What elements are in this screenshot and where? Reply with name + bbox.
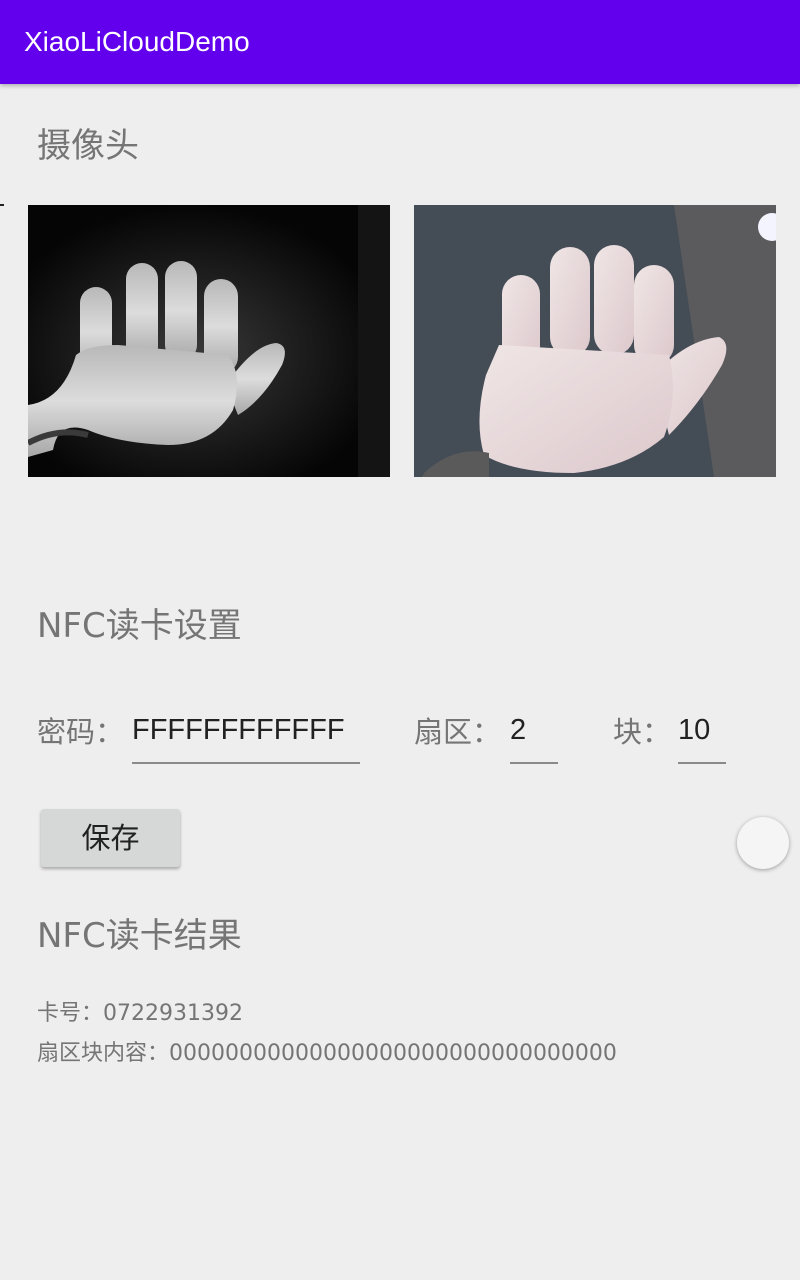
password-field[interactable] <box>132 708 360 764</box>
rgb-camera-hand-image <box>414 205 776 477</box>
card-number-label: 卡号： <box>37 1001 104 1026</box>
block-input[interactable] <box>678 708 726 752</box>
edge-marker <box>0 204 4 206</box>
save-button[interactable]: 保存 <box>41 809 180 867</box>
block-field[interactable] <box>678 708 726 764</box>
password-label: 密码： <box>37 715 125 749</box>
card-number-value: 0722931392 <box>103 1001 243 1026</box>
sector-input[interactable] <box>510 708 558 752</box>
ir-camera-hand-image <box>28 205 390 477</box>
rgb-camera-preview <box>414 205 776 477</box>
sector-field[interactable] <box>510 708 558 764</box>
app-title: XiaoLiCloudDemo <box>24 26 250 57</box>
nfc-settings-title: NFC读卡设置 <box>37 606 242 646</box>
block-content-value: 00000000000000000000000000000000 <box>169 1041 617 1066</box>
toggle-switch-thumb[interactable] <box>737 817 789 869</box>
block-content-line: 扇区块内容：00000000000000000000000000000000 <box>37 1038 617 1070</box>
block-label: 块： <box>613 715 672 749</box>
app-bar: XiaoLiCloudDemo <box>0 0 800 84</box>
camera-section-title: 摄像头 <box>37 126 139 166</box>
card-number-line: 卡号：0722931392 <box>37 998 243 1030</box>
ir-camera-preview <box>28 205 390 477</box>
block-content-label: 扇区块内容： <box>37 1041 170 1066</box>
sector-label: 扇区： <box>414 715 502 749</box>
password-input[interactable] <box>132 708 360 752</box>
nfc-result-title: NFC读卡结果 <box>37 916 242 956</box>
